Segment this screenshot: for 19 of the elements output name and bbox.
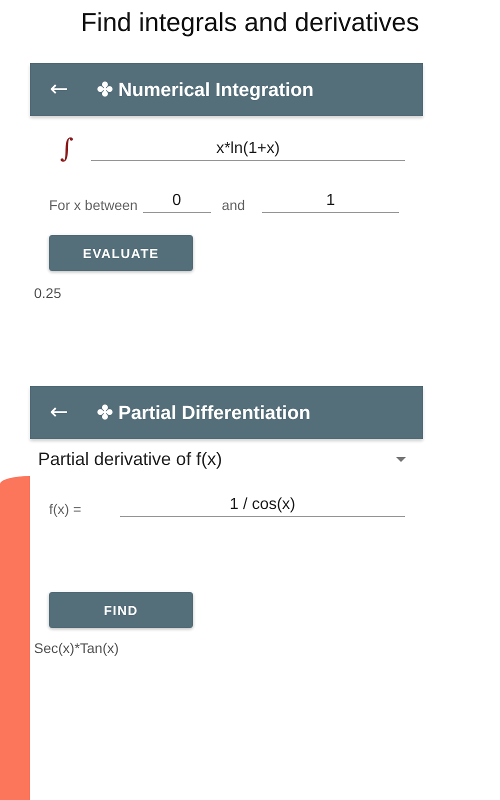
- back-button[interactable]: ←: [47, 400, 71, 425]
- range-label: For x between: [49, 197, 138, 213]
- expression-field[interactable]: x*ln(1+x): [91, 138, 405, 160]
- panel-title: ✤ Numerical Integration: [97, 78, 314, 102]
- function-label: f(x) =: [49, 501, 82, 517]
- integral-sign: ∫: [60, 134, 75, 164]
- find-button[interactable]: FIND: [49, 592, 193, 628]
- mode-dropdown[interactable]: Partial derivative of f(x): [38, 449, 406, 470]
- back-button[interactable]: ←: [47, 77, 71, 102]
- and-label: and: [222, 197, 246, 213]
- function-field[interactable]: 1 / cos(x): [120, 494, 405, 517]
- panel-title: ✤ Partial Differentiation: [97, 402, 310, 424]
- evaluate-button[interactable]: EVALUATE: [49, 235, 193, 271]
- result-text: Sec(x)*Tan(x): [34, 640, 120, 656]
- result-text: 0.25: [34, 285, 62, 301]
- lower-bound-field[interactable]: 0: [142, 190, 211, 213]
- dropdown-arrow-icon: [396, 457, 406, 462]
- upper-bound-field[interactable]: 1: [262, 190, 400, 213]
- page-heading: Find integrals and derivatives: [80, 6, 420, 39]
